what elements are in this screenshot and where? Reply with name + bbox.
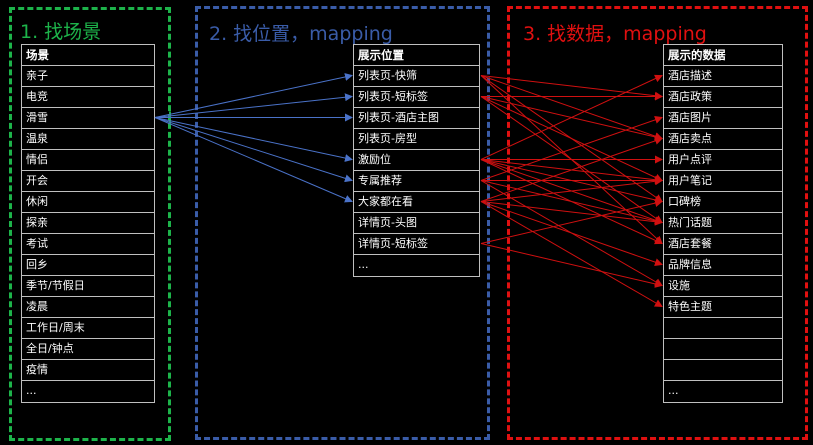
- position-data-link: [480, 96, 663, 182]
- scene-position-link: [154, 93, 353, 118]
- position-data-link: [480, 116, 663, 181]
- position-data-link: [480, 75, 663, 100]
- position-data-link: [480, 201, 663, 226]
- position-data-link: [480, 199, 663, 244]
- scene-position-link: [154, 117, 353, 162]
- scene-position-link: [154, 73, 353, 118]
- position-data-link: [480, 201, 663, 266]
- mapping-links: [154, 73, 663, 308]
- position-data-link: [480, 180, 663, 225]
- scene-position-link: [154, 117, 353, 203]
- position-data-link: [480, 74, 663, 160]
- position-data-link: [480, 75, 663, 140]
- position-data-link: [480, 201, 663, 308]
- scene-position-link: [154, 117, 353, 183]
- position-data-link: [480, 243, 663, 288]
- position-data-link: [480, 177, 663, 202]
- position-data-link: [480, 137, 663, 202]
